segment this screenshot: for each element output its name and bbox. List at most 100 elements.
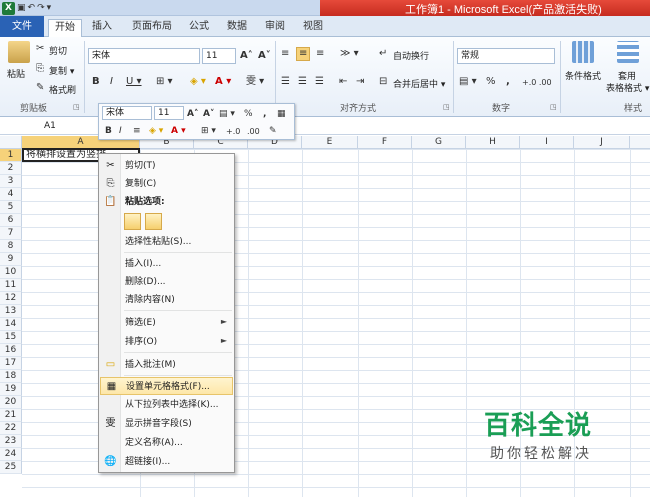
accounting-format-icon[interactable]: ▤ ▾: [459, 76, 477, 88]
row-header[interactable]: 12: [0, 292, 22, 305]
tab-insert[interactable]: 插入: [88, 19, 116, 37]
phonetic-button[interactable]: 雯 ▾: [246, 76, 264, 88]
row-header[interactable]: 19: [0, 383, 22, 396]
mini-fill-color-icon[interactable]: ◈ ▾: [149, 125, 163, 137]
row-header[interactable]: 15: [0, 331, 22, 344]
column-header[interactable]: G: [412, 136, 466, 149]
menu-item-delete[interactable]: 删除(D)...: [100, 273, 233, 291]
mini-italic-button[interactable]: I: [119, 125, 122, 137]
menu-item-copy[interactable]: ⎘ 复制(C): [100, 175, 233, 193]
row-header[interactable]: 22: [0, 422, 22, 435]
italic-button[interactable]: I: [110, 76, 113, 88]
increase-indent-icon[interactable]: ⇥: [356, 76, 364, 88]
mini-center-icon[interactable]: ≡: [133, 125, 141, 137]
column-header[interactable]: F: [358, 136, 412, 149]
menu-item-pick-from-list[interactable]: 从下拉列表中选择(K)...: [100, 396, 233, 414]
paste-option-icon[interactable]: [124, 213, 141, 230]
tab-home[interactable]: 开始: [48, 19, 82, 38]
comma-button[interactable]: ,: [506, 76, 510, 88]
shrink-font-button[interactable]: A˅: [258, 50, 271, 62]
row-header[interactable]: 2: [0, 162, 22, 175]
row-header[interactable]: 10: [0, 266, 22, 279]
row-header[interactable]: 16: [0, 344, 22, 357]
menu-item-insert[interactable]: 插入(I)...: [100, 255, 233, 273]
mini-format-cells-icon[interactable]: ▦: [277, 108, 286, 120]
row-header[interactable]: 20: [0, 396, 22, 409]
mini-increase-decimal-button[interactable]: +.0: [226, 126, 240, 138]
conditional-format-button[interactable]: 条件格式: [565, 69, 601, 82]
mini-font-color-icon[interactable]: A ▾: [171, 125, 186, 137]
row-header[interactable]: 7: [0, 227, 22, 240]
paste-icon[interactable]: [8, 41, 30, 63]
align-middle-icon[interactable]: ≡: [296, 47, 311, 61]
clipboard-launcher-icon[interactable]: ◳: [73, 103, 80, 111]
column-header[interactable]: H: [466, 136, 520, 149]
font-color-icon[interactable]: A ▾: [215, 76, 231, 88]
row-header[interactable]: 25: [0, 461, 22, 474]
customize-qat-icon[interactable]: ▾: [47, 1, 52, 15]
row-header[interactable]: 8: [0, 240, 22, 253]
grow-font-button[interactable]: A˄: [240, 50, 253, 62]
merge-center-button[interactable]: 合并后居中 ▾: [393, 77, 445, 90]
number-format-select[interactable]: 常规: [457, 48, 555, 64]
mini-grow-font-button[interactable]: A˄: [187, 108, 198, 120]
column-header[interactable]: E: [302, 136, 358, 149]
align-center-icon[interactable]: ☰: [298, 76, 307, 88]
menu-item-filter[interactable]: 筛选(E) ►: [100, 314, 233, 332]
menu-item-sort[interactable]: 排序(O) ►: [100, 333, 233, 351]
mini-format-painter-icon[interactable]: ✎: [269, 125, 277, 137]
menu-item-show-phonetic[interactable]: 雯 显示拼音字段(S): [100, 415, 233, 433]
name-box[interactable]: A1: [0, 119, 100, 133]
menu-item-define-name[interactable]: 定义名称(A)...: [100, 434, 233, 452]
bold-button[interactable]: B: [92, 76, 100, 88]
number-launcher-icon[interactable]: ◳: [550, 103, 557, 111]
alignment-launcher-icon[interactable]: ◳: [443, 103, 450, 111]
format-as-table-button-line2[interactable]: 表格格式 ▾: [606, 81, 649, 94]
row-header[interactable]: 1: [0, 149, 22, 162]
row-header[interactable]: 13: [0, 305, 22, 318]
row-header[interactable]: 24: [0, 448, 22, 461]
paste-button[interactable]: 粘贴: [7, 67, 25, 80]
row-header[interactable]: 3: [0, 175, 22, 188]
tab-data[interactable]: 数据: [224, 19, 250, 37]
mini-border-icon[interactable]: ⊞ ▾: [201, 125, 216, 137]
mini-font-name-select[interactable]: 宋体: [102, 106, 152, 120]
menu-item-insert-comment[interactable]: ▭ 插入批注(M): [100, 356, 233, 374]
cut-button[interactable]: 剪切: [49, 44, 67, 57]
tab-review[interactable]: 审阅: [262, 19, 288, 37]
paste-values-option-icon[interactable]: [145, 213, 162, 230]
row-header[interactable]: 17: [0, 357, 22, 370]
align-right-icon[interactable]: ☰: [315, 76, 324, 88]
tab-view[interactable]: 视图: [300, 19, 326, 37]
decrease-indent-icon[interactable]: ⇤: [339, 76, 347, 88]
menu-item-hyperlink[interactable]: 🌐 超链接(I)...: [100, 453, 233, 471]
column-header[interactable]: J: [574, 136, 630, 149]
tab-formulas[interactable]: 公式: [186, 19, 212, 37]
row-header[interactable]: 5: [0, 201, 22, 214]
format-as-table-icon[interactable]: [617, 41, 639, 63]
row-header[interactable]: 11: [0, 279, 22, 292]
row-header[interactable]: 18: [0, 370, 22, 383]
mini-decrease-decimal-button[interactable]: .00: [247, 126, 260, 138]
save-icon[interactable]: ▣: [17, 1, 26, 15]
align-top-icon[interactable]: ≡: [281, 48, 289, 60]
menu-item-cut[interactable]: ✂ 剪切(T): [100, 157, 233, 175]
border-icon[interactable]: ⊞ ▾: [156, 76, 173, 88]
conditional-format-icon[interactable]: [572, 41, 594, 63]
orientation-icon[interactable]: ≫ ▾: [340, 48, 359, 60]
fill-color-icon[interactable]: ◈ ▾: [190, 76, 206, 88]
row-header[interactable]: 21: [0, 409, 22, 422]
menu-item-clear-contents[interactable]: 清除内容(N): [100, 291, 233, 309]
menu-item-format-cells[interactable]: ▦ 设置单元格格式(F)...: [100, 377, 233, 395]
copy-button[interactable]: 复制 ▾: [49, 64, 74, 77]
font-size-select[interactable]: 11: [202, 48, 236, 64]
mini-accounting-icon[interactable]: ▤ ▾: [219, 108, 235, 120]
undo-icon[interactable]: ↶: [28, 1, 36, 15]
wrap-text-button[interactable]: 自动换行: [393, 49, 429, 62]
mini-percent-button[interactable]: %: [244, 108, 253, 120]
font-name-select[interactable]: 宋体: [88, 48, 200, 64]
align-left-icon[interactable]: ☰: [281, 76, 290, 88]
column-header[interactable]: I: [520, 136, 574, 149]
tab-file[interactable]: 文件: [0, 16, 44, 37]
mini-shrink-font-button[interactable]: A˅: [203, 108, 214, 120]
